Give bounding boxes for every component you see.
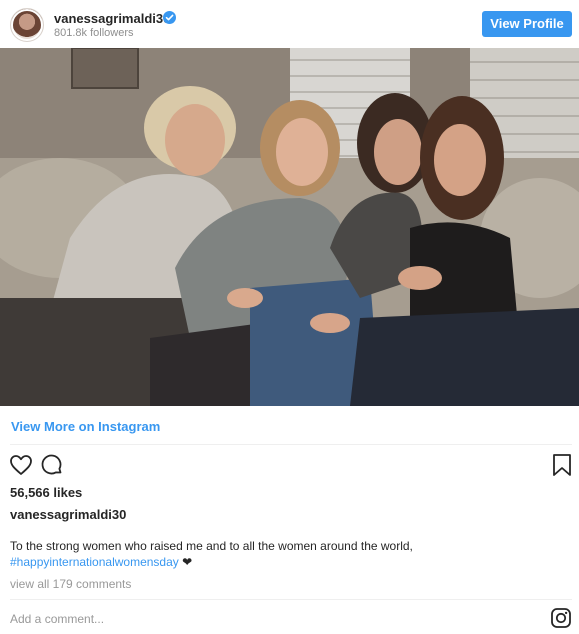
instagram-icon[interactable] [551, 608, 571, 628]
follower-count: 801.8k followers [54, 27, 134, 39]
caption-text: To the strong women who raised me and to… [10, 539, 413, 553]
hashtag-link[interactable]: #happyinternationalwomensday [10, 555, 179, 569]
instagram-embed: vanessagrimaldi30 801.8k followers View … [0, 0, 579, 634]
post-photo[interactable] [0, 48, 579, 406]
heart-icon[interactable] [9, 454, 33, 481]
view-more-on-instagram-link[interactable]: View More on Instagram [11, 419, 160, 434]
bookmark-icon[interactable] [552, 453, 572, 482]
avatar[interactable] [10, 8, 44, 42]
divider [10, 444, 572, 445]
view-profile-button[interactable]: View Profile [482, 11, 572, 37]
caption-username[interactable]: vanessagrimaldi30 [10, 507, 126, 522]
post-caption: To the strong women who raised me and to… [10, 538, 570, 570]
view-all-comments-link[interactable]: view all 179 comments [10, 577, 131, 591]
add-comment-input[interactable] [10, 608, 470, 630]
heart-emoji: ❤ [182, 555, 193, 569]
comment-icon[interactable] [40, 453, 64, 482]
verified-badge-icon [163, 11, 176, 24]
username[interactable]: vanessagrimaldi30 [54, 11, 170, 26]
divider [10, 599, 572, 600]
post-header: vanessagrimaldi30 801.8k followers View … [0, 0, 579, 48]
like-count[interactable]: 56,566 likes [10, 485, 82, 500]
